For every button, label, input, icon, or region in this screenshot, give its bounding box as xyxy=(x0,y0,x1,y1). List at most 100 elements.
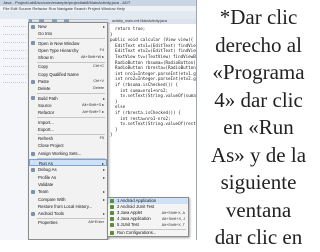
run-config-icon xyxy=(110,211,114,215)
menu-item-label: Show In xyxy=(38,55,54,61)
menu-item-close-project[interactable]: Close Project xyxy=(29,142,107,149)
menu-item-label: Assign Working Sets... xyxy=(38,150,82,156)
menu-item-icon xyxy=(31,87,35,91)
run-config-icon xyxy=(110,217,114,221)
menu-item-shortcut: Alt+Shift+W ▸ xyxy=(80,55,104,60)
menu-item-refresh[interactable]: Refresh F5 xyxy=(29,135,107,142)
code-line: } xyxy=(110,132,113,138)
menu-item-delete[interactable]: Delete Delete xyxy=(29,85,107,92)
menu-item-android-tools[interactable]: Android Tools ▸ xyxy=(29,210,107,217)
menu-item-label: Refresh xyxy=(38,136,54,142)
menu-item-team[interactable]: Team ▸ xyxy=(29,188,107,195)
caption-line: *Dar clic xyxy=(219,5,298,29)
submenu-arrow-icon: ▸ xyxy=(102,211,105,217)
menu-item-copy[interactable]: Copy Ctrl+C xyxy=(29,63,107,70)
menu-item-label: Run As xyxy=(39,161,53,167)
menu-item-shortcut: F5 xyxy=(99,136,104,141)
menu-item-label: Import... xyxy=(38,119,54,125)
run-config-icon xyxy=(110,223,114,227)
caption-line: en «Run xyxy=(223,115,294,139)
menu-item-label: Build Path xyxy=(38,95,58,101)
menu-item-label: Copy Qualified Name xyxy=(38,71,79,77)
menu-item-label: Team xyxy=(38,189,49,195)
submenu-item-label: 2 Android JUnit Test xyxy=(117,204,155,209)
menu-item-label: Export... xyxy=(38,126,55,132)
menu-item-copy-qualified-name[interactable]: Copy Qualified Name xyxy=(29,71,107,78)
menu-item-open-in-new-window[interactable]: Open in New Window xyxy=(29,40,107,47)
menu-item-label: Open Type Hierarchy xyxy=(38,47,79,53)
menu-item-assign-working-sets[interactable]: Assign Working Sets... xyxy=(29,150,107,157)
menu-item-icon xyxy=(31,56,35,60)
caption-line: derecho al xyxy=(215,32,302,57)
menu-item-properties[interactable]: Properties Alt+Enter xyxy=(29,219,107,226)
menu-item-label: Copy xyxy=(38,64,49,70)
menu-item-source[interactable]: Source Alt+Shift+S ▸ xyxy=(29,102,107,109)
caption-line: dar clic en xyxy=(214,225,303,249)
code-line: tv.setText(String.valueOf(resta)); xyxy=(120,121,196,127)
menu-item-label: Compare With xyxy=(38,196,66,202)
menu-item-restore-from-local-history[interactable]: Restore from Local History... xyxy=(29,203,107,210)
code-line: public void calcular (View view){ xyxy=(110,37,194,43)
menu-item-shortcut: F4 xyxy=(99,47,104,52)
menu-item-shortcut: Alt+Enter xyxy=(88,220,104,225)
caption-line: As» y de la xyxy=(210,142,307,167)
code-line: RadioButton rbresta=(RadioButton) fin xyxy=(115,65,196,71)
submenu-item-label: 3 Java Applet xyxy=(117,210,143,215)
submenu-arrow-icon: ▸ xyxy=(102,95,105,101)
run-config-icon xyxy=(110,205,114,209)
menu-item-icon xyxy=(31,205,35,209)
context-menu: New ▸ Go Into Open in New Window Open Type H… xyxy=(28,22,108,240)
menu-item-export[interactable]: Export... xyxy=(29,126,107,133)
submenu-arrow-icon: ▸ xyxy=(102,24,105,29)
menu-item-shortcut: Delete xyxy=(93,86,104,91)
menu-item-new[interactable]: New ▸ xyxy=(29,23,107,30)
run-config-icon xyxy=(110,199,114,203)
menu-item-label: Profile As xyxy=(38,174,57,180)
menu-item-debug-as[interactable]: Debug As ▸ xyxy=(29,166,107,173)
caption-line: «Programa xyxy=(212,60,305,84)
menu-item-label: Android Tools xyxy=(38,211,64,217)
menu-item-label: Paste xyxy=(38,79,49,85)
menu-item-icon xyxy=(31,168,35,173)
menu-item-label: Properties xyxy=(38,220,58,226)
menu-item-paste[interactable]: Paste Ctrl+V xyxy=(29,78,107,85)
menu-item-validate[interactable]: Validate xyxy=(29,181,107,188)
submenu-arrow-icon: ▸ xyxy=(102,174,105,180)
menu-item-build-path[interactable]: Build Path ▸ xyxy=(29,95,107,102)
menu-item-show-in[interactable]: Show In Alt+Shift+W ▸ xyxy=(29,54,107,61)
submenu-item-label: 4 Java Application xyxy=(117,216,151,221)
menu-item-icon xyxy=(31,175,35,179)
menu-item-import[interactable]: Import... xyxy=(29,119,107,126)
code-line: tv.setText(String.valueOf(suma)); xyxy=(110,93,196,99)
menu-item-icon xyxy=(31,128,35,132)
editor-tabs[interactable]: activity_main.xml MainActivity.java xyxy=(108,19,196,24)
menu-item-label: Go Into xyxy=(38,31,53,37)
submenu-arrow-icon: ▸ xyxy=(102,189,105,195)
menu-item-refactor[interactable]: Refactor Alt+Shift+T ▸ xyxy=(29,109,107,116)
menu-item-icon xyxy=(31,49,35,53)
package-explorer[interactable] xyxy=(0,19,29,240)
run-as-submenu: 1 Android Application 2 Android JUnit Tes… xyxy=(107,197,189,237)
menu-item-icon xyxy=(31,104,35,108)
menu-item-icon xyxy=(31,41,35,46)
submenu-item-5-junit-test[interactable]: 5 JUnit Test Alt+Shift+X, T xyxy=(108,222,188,228)
menu-item-shortcut: Ctrl+V xyxy=(93,79,104,84)
menu-item-icon xyxy=(31,32,35,36)
slide-caption: *Dar clic derecho al «Programa 4» dar clic e… xyxy=(197,4,320,249)
menu-item-shortcut: Ctrl+C xyxy=(93,64,104,69)
menu-item-profile-as[interactable]: Profile As ▸ xyxy=(29,174,107,181)
menu-item-go-into[interactable]: Go Into xyxy=(29,30,107,37)
menu-item-run-as[interactable]: Run As ▸ xyxy=(29,159,107,167)
caption-line: ventana xyxy=(225,197,292,222)
menu-item-icon xyxy=(31,65,35,69)
menu-item-label: Refactor xyxy=(38,110,55,116)
submenu-arrow-icon: ▸ xyxy=(102,196,105,202)
menu-item-icon xyxy=(31,190,35,195)
menu-item-open-type-hierarchy[interactable]: Open Type Hierarchy F4 xyxy=(29,47,107,54)
submenu-item-run-configurations[interactable]: Run Configurations... xyxy=(108,230,188,236)
menu-item-compare-with[interactable]: Compare With ▸ xyxy=(29,196,107,203)
menu-item-label: Open in New Window xyxy=(38,40,80,46)
menu-item-icon xyxy=(31,111,35,115)
submenu-item-label: 5 JUnit Test xyxy=(117,222,139,227)
menu-item-label: Restore from Local History... xyxy=(38,203,93,209)
